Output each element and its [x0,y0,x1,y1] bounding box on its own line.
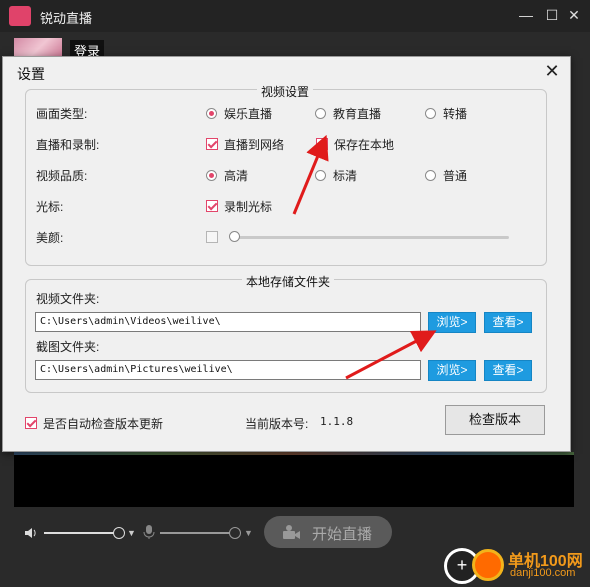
annotation-arrows [292,134,437,380]
arrow-to-browse [345,330,437,380]
arrow-to-save-local [292,134,329,215]
